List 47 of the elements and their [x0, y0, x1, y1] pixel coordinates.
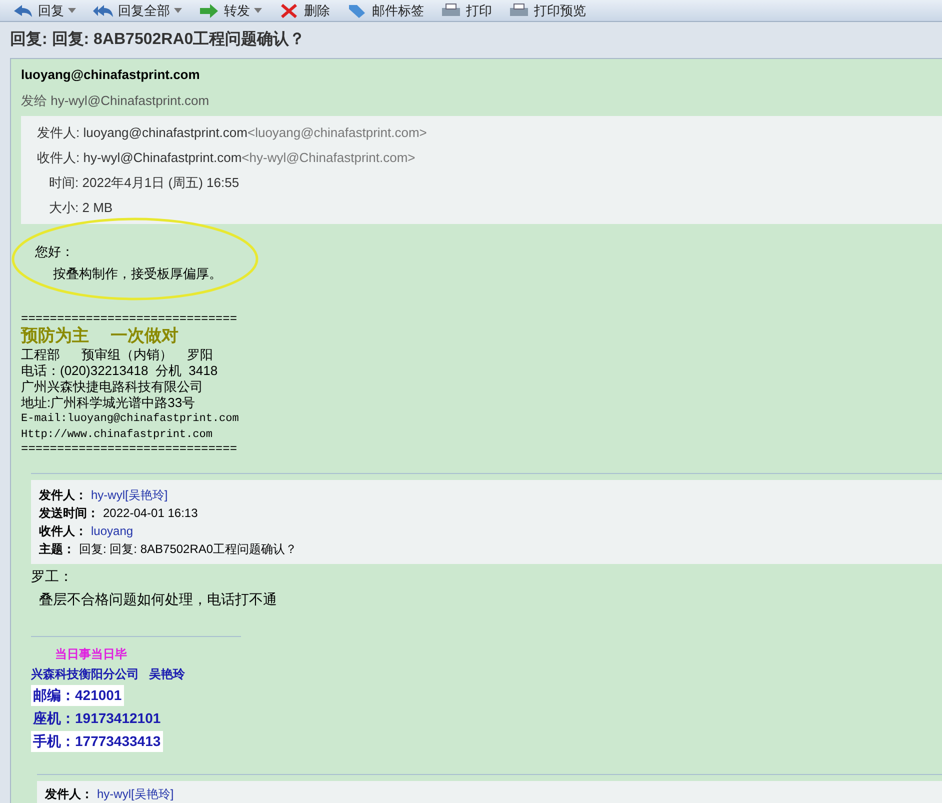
contact-link[interactable]: hy-wyl[吴艳玲]	[97, 785, 174, 803]
toolbar-button[interactable]: 打印	[440, 0, 492, 20]
toolbar-button[interactable]: 打印预览	[508, 0, 586, 20]
printer-icon	[508, 2, 530, 18]
body-text: 按叠构制作，接受板厚偏厚。	[52, 264, 223, 282]
greeting-text: 罗工：	[31, 567, 74, 586]
header-field: 收件人: hy-wyl@Chinafastprint.com<hy-wyl@Chinafastprint.com>	[37, 145, 942, 170]
field-value: 2022-04-01 16:13	[103, 505, 198, 522]
body-text: 叠层不合格问题如何处理，电话打不通	[38, 590, 278, 609]
contact-link[interactable]: luoyang	[91, 522, 134, 540]
toolbar-button[interactable]: 回复	[12, 0, 76, 20]
signature-line: 广州兴森快捷电路科技有限公司	[21, 379, 204, 395]
company-text: 兴森科技衡阳分公司 吴艳玲	[31, 666, 186, 683]
field-label: 主题：	[39, 541, 75, 558]
delete-cross-icon	[278, 2, 300, 18]
signature-line: Http://www.chinafastprint.com	[21, 428, 214, 443]
signature-line: E-mail:luoyang@chinafastprint.com	[21, 412, 240, 427]
reply-all-arrow-icon	[92, 2, 114, 18]
header-field: 发件人: luoyang@chinafastprint.com<luoyang@chinafastprint.com>	[37, 120, 942, 145]
email-subject: 回复: 回复: 8AB7502RA0工程问题确认？	[9, 30, 306, 50]
field-label: 收件人：	[39, 523, 87, 540]
greeting-text: 您好：	[35, 243, 75, 261]
field-label: 发件人：	[45, 786, 93, 803]
motto-text: 当日事当日毕	[54, 646, 128, 663]
toolbar-button[interactable]: 删除	[278, 0, 330, 20]
sender-address: luoyang@chinafastprint.com	[21, 66, 201, 84]
separator-text: ==============================	[21, 443, 238, 455]
reply-arrow-icon	[12, 2, 34, 18]
separator-text: ==============================	[21, 313, 238, 325]
signature-line: 电话：(020)32213418 分机 3418	[21, 363, 219, 379]
field-value: 回复: 回复: 8AB7502RA0工程问题确认？	[79, 541, 298, 558]
forward-arrow-icon	[198, 2, 220, 18]
toolbar-button[interactable]: 转发	[198, 0, 262, 20]
signature-line: 工程部 预审组（内销） 罗阳	[21, 347, 214, 363]
field-label: 发件人：	[39, 487, 87, 504]
toolbar-button[interactable]: 回复全部	[92, 0, 182, 20]
contact-line: 座机：19173412101	[32, 709, 162, 728]
toolbar-button[interactable]: 邮件标签	[346, 0, 424, 20]
header-field: 大小: 2 MB	[37, 195, 942, 220]
header-field: 时间: 2022年4月1日 (周五) 16:55	[37, 170, 942, 195]
tag-icon	[346, 2, 368, 18]
printer-icon	[440, 2, 462, 18]
field-label: 发送时间：	[39, 505, 99, 522]
recipient-line: 发给 hy-wyl@Chinafastprint.com	[21, 92, 210, 110]
signature-line: 地址:广州科学城光谱中路33号	[21, 395, 196, 411]
motto-text: 预防为主 一次做对	[21, 325, 180, 347]
contact-link[interactable]: hy-wyl[吴艳玲]	[91, 486, 168, 504]
